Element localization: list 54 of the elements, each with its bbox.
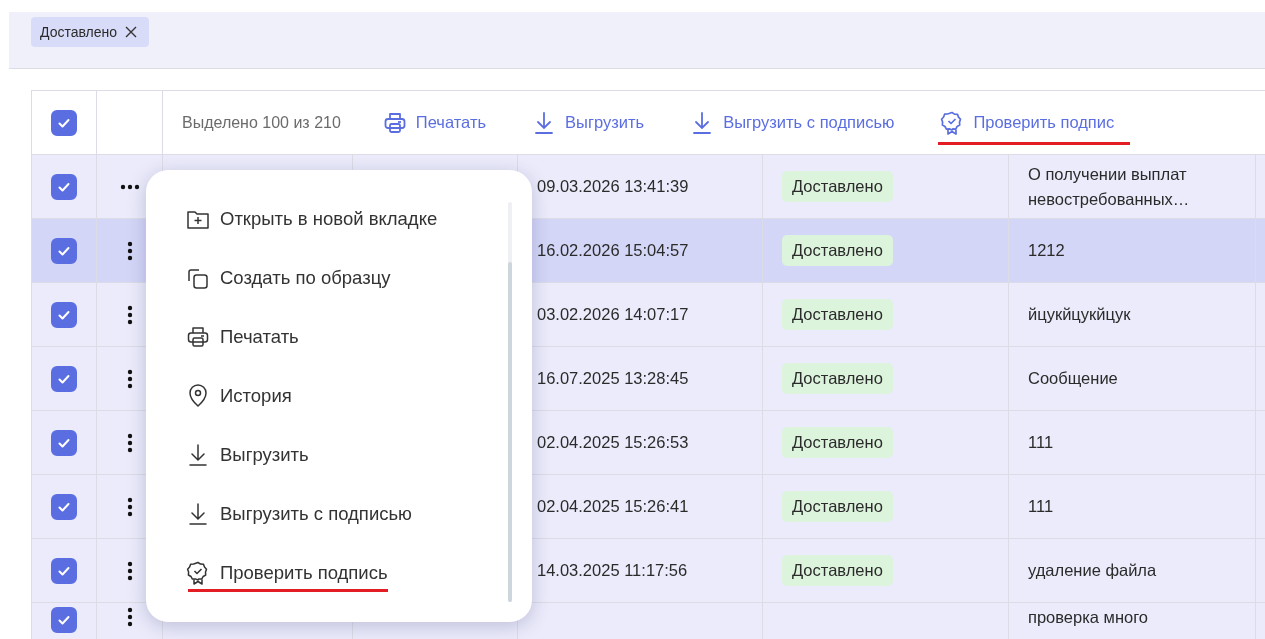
date-cell: 09.03.2026 13:41:39 xyxy=(537,177,689,196)
subject-cell-text: 111 xyxy=(1028,432,1054,454)
printer-icon xyxy=(186,325,210,350)
checkbox[interactable] xyxy=(51,557,77,584)
status-badge: Доставлено xyxy=(782,299,893,330)
more-vertical-icon[interactable] xyxy=(126,607,133,627)
date-cell: 16.07.2025 13:28:45 xyxy=(537,369,689,388)
date-cell: 03.02.2026 14:07:17 xyxy=(537,305,689,324)
more-vertical-icon[interactable] xyxy=(126,560,133,581)
toolbar-action[interactable]: Выгрузить xyxy=(526,102,651,143)
toolbar-action[interactable]: Печатать xyxy=(376,102,493,143)
filter-chip[interactable]: Доставлено xyxy=(31,17,150,47)
status-badge: Доставлено xyxy=(782,171,893,202)
subject-cell-text: О получении выплат невостребованных… xyxy=(1028,163,1191,210)
date-cell: 16.02.2026 15:04:57 xyxy=(537,241,689,260)
status-badge: Доставлено xyxy=(782,427,893,458)
status-badge: Доставлено xyxy=(782,363,893,394)
checkbox[interactable] xyxy=(51,493,77,520)
status-badge: Доставлено xyxy=(782,491,893,522)
checkbox[interactable] xyxy=(51,429,77,456)
more-vertical-icon[interactable] xyxy=(126,304,133,325)
subject-cell-text: Сообщение xyxy=(1028,368,1118,390)
scrollbar[interactable] xyxy=(508,202,512,602)
subject-cell-text: 111 xyxy=(1028,496,1054,518)
rosette-check-icon xyxy=(186,560,210,585)
more-vertical-icon[interactable] xyxy=(126,496,133,517)
subject-cell-text: йцукйцукйцук xyxy=(1028,304,1131,326)
download-icon xyxy=(186,501,210,526)
status-badge: Доставлено xyxy=(782,555,893,586)
copy-icon xyxy=(186,266,210,291)
toolbar-action[interactable]: Выгрузить с подписью xyxy=(684,102,901,143)
subject-cell-text: проверка много xyxy=(1028,607,1149,628)
subject-cell-text: удаление файла xyxy=(1028,560,1157,582)
download-icon xyxy=(186,442,210,467)
date-cell: 14.03.2025 11:17:56 xyxy=(537,561,688,580)
subject-cell-text: 1212 xyxy=(1028,240,1065,262)
checkbox[interactable] xyxy=(51,109,77,136)
printer-icon xyxy=(382,110,407,135)
more-horizontal-icon[interactable] xyxy=(119,183,140,190)
menu-item[interactable]: Проверить подпись xyxy=(186,543,388,602)
status-badge: Доставлено xyxy=(782,235,893,266)
location-pin-icon xyxy=(186,384,210,408)
checkbox[interactable] xyxy=(51,365,77,392)
checkbox[interactable] xyxy=(51,301,77,328)
selection-count: Выделено 100 из 210 xyxy=(182,113,341,132)
checkbox[interactable] xyxy=(51,607,77,633)
more-vertical-icon[interactable] xyxy=(126,240,133,261)
date-cell: 02.04.2025 15:26:53 xyxy=(537,433,689,452)
checkbox[interactable] xyxy=(51,173,77,200)
checkbox[interactable] xyxy=(51,237,77,264)
more-vertical-icon[interactable] xyxy=(126,432,133,453)
more-vertical-icon[interactable] xyxy=(126,368,133,389)
close-icon[interactable] xyxy=(125,26,138,38)
date-cell: 02.04.2025 15:26:41 xyxy=(537,497,689,516)
